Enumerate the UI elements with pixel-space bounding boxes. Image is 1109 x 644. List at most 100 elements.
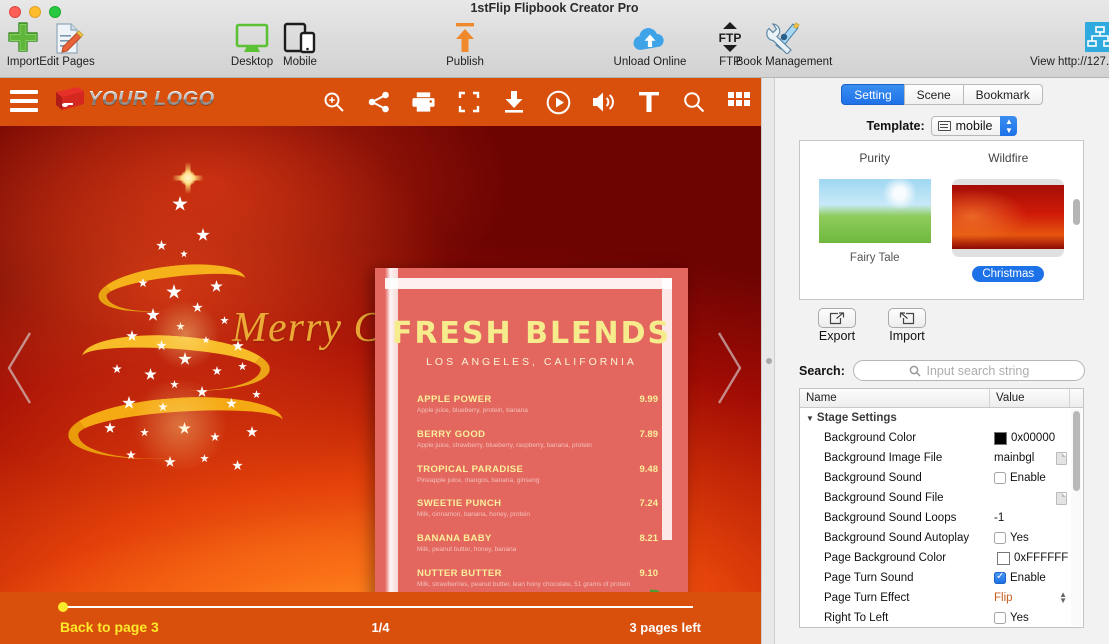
template-card-purity[interactable]: Purity Fairy Tale	[808, 151, 942, 282]
book-icon	[56, 87, 84, 110]
menu-subtitle: LOS ANGELES, CALIFORNIA	[426, 356, 637, 368]
toolbar-button-mobile[interactable]: Mobile	[255, 18, 345, 68]
toolbar-button-unload-online[interactable]: Unload Online	[605, 18, 695, 68]
menu-icon[interactable]	[10, 90, 38, 112]
scrollbar-thumb[interactable]	[1073, 199, 1080, 225]
table-row[interactable]: Background Sound Enable	[800, 468, 1083, 488]
scrollbar-thumb[interactable]	[1073, 411, 1080, 491]
export-button[interactable]: Export	[811, 308, 863, 343]
setting-value[interactable]: 0xFFFFFF	[990, 551, 1083, 565]
color-hex: 0xFFFFFF	[1014, 552, 1069, 564]
color-swatch[interactable]	[997, 551, 1010, 565]
setting-name: Background Sound Autoplay	[824, 532, 970, 544]
search-placeholder: Input search string	[926, 363, 1030, 378]
table-row[interactable]: Background Image File mainbgl	[800, 448, 1083, 468]
tab-setting[interactable]: Setting	[841, 84, 905, 105]
search-icon[interactable]	[681, 90, 706, 115]
brand-logo[interactable]: YOUR LOGO	[52, 86, 215, 112]
menu-item: BERRY GOOD 7.89 Apple juice, strawberry,…	[417, 429, 658, 451]
setting-value[interactable]: Yes	[990, 612, 1083, 624]
table-row[interactable]: Page Background Color 0xFFFFFF	[800, 548, 1083, 568]
toolbar-label: View http://127.0.0.1:59373	[1030, 56, 1109, 68]
template-gallery[interactable]: Purity Fairy Tale Wildfire Christmas	[799, 140, 1084, 300]
chevron-updown-icon[interactable]: ▲ ▼	[1000, 116, 1018, 136]
setting-value[interactable]: Flip ▲ ▼	[990, 592, 1083, 604]
table-row[interactable]: Right To Left Yes	[800, 608, 1083, 627]
checkbox[interactable]	[994, 472, 1006, 484]
previous-page-arrow[interactable]	[4, 329, 34, 407]
flipbook-tools	[321, 78, 751, 126]
setting-name: Background Image File	[824, 452, 943, 464]
table-row[interactable]: Background Color 0x00000	[800, 428, 1083, 448]
template-scrollbar[interactable]	[1072, 143, 1081, 297]
play-icon[interactable]	[546, 90, 571, 115]
chevron-updown-icon[interactable]: ▲ ▼	[1059, 592, 1067, 604]
menu-item-name: BERRY GOOD	[417, 428, 486, 440]
tab-bookmark[interactable]: Bookmark	[962, 84, 1043, 105]
fullscreen-icon[interactable]	[456, 90, 481, 115]
flipbook-toolbar: YOUR LOGO	[0, 78, 761, 126]
download-icon[interactable]	[501, 90, 526, 115]
menu-item-price: 7.89	[639, 428, 659, 440]
table-row[interactable]: Page Turn Sound Enable	[800, 568, 1083, 588]
sound-icon[interactable]	[591, 90, 616, 115]
tab-scene[interactable]: Scene	[903, 84, 964, 105]
menu-item: APPLE POWER 9.99 Apple juice, blueberry,…	[417, 394, 658, 416]
table-row[interactable]: Background Sound Loops -1	[800, 508, 1083, 528]
file-browse-icon[interactable]	[1056, 491, 1067, 505]
panel-splitter[interactable]	[761, 78, 775, 644]
search-label: Search:	[799, 363, 845, 378]
toolbar-button-publish[interactable]: Publish	[420, 18, 510, 68]
template-dropdown[interactable]: mobile ▲ ▼	[930, 116, 1018, 136]
table-scrollbar[interactable]	[1071, 409, 1082, 626]
setting-value[interactable]: Yes	[990, 532, 1083, 544]
template-label: Template:	[866, 119, 925, 133]
toolbar-button-view-url[interactable]: View http://127.0.0.1:59373	[1000, 18, 1109, 68]
toolbar-label: Book Management	[735, 56, 833, 68]
search-input[interactable]: Input search string	[852, 360, 1085, 381]
setting-value[interactable]: 0x00000	[990, 431, 1083, 445]
print-icon[interactable]	[411, 90, 436, 115]
export-label: Export	[818, 329, 856, 343]
setting-name: Page Turn Effect	[824, 592, 910, 604]
setting-name: Page Turn Sound	[824, 572, 914, 584]
checkbox[interactable]	[994, 532, 1006, 544]
column-header-name: Name	[800, 389, 990, 407]
zoom-in-icon[interactable]	[321, 90, 346, 115]
checkbox[interactable]	[994, 572, 1006, 584]
template-thumbnail	[952, 185, 1065, 249]
thumbnails-icon[interactable]	[726, 90, 751, 115]
table-row[interactable]: Background Sound File	[800, 488, 1083, 508]
share-icon[interactable]	[366, 90, 391, 115]
menu-item: TROPICAL PARADISE 9.48 Pineapple juice, …	[417, 464, 658, 486]
setting-value[interactable]: -1	[990, 512, 1083, 524]
progress-knob[interactable]	[58, 602, 68, 612]
page-progress-slider[interactable]	[58, 602, 693, 612]
menu-item-price: 9.10	[639, 567, 659, 579]
toolbar-button-book-management[interactable]: Book Management	[736, 18, 832, 68]
table-group-header[interactable]: ▼ Stage Settings	[800, 408, 1083, 428]
toolbar-button-edit-pages[interactable]: Edit Pages	[22, 18, 112, 68]
splitter-handle[interactable]	[766, 358, 772, 364]
color-hex: 0x00000	[1011, 432, 1056, 444]
table-row[interactable]: Background Sound Autoplay Yes	[800, 528, 1083, 548]
menu-item-name: NUTTER BUTTER	[417, 567, 502, 579]
menu-item: BANANA BABY 8.21 Milk, peanut butter, ho…	[417, 533, 658, 555]
table-row[interactable]: Page Turn Effect Flip ▲ ▼	[800, 588, 1083, 608]
setting-value[interactable]: Enable	[990, 472, 1083, 484]
setting-name: Background Color	[824, 432, 917, 444]
upload-arrow-icon	[450, 18, 480, 54]
color-swatch[interactable]	[994, 431, 1007, 445]
flipbook-page-right[interactable]: FRESH BLENDS LOS ANGELES, CALIFORNIA APP…	[375, 268, 688, 592]
setting-value[interactable]: Enable	[990, 572, 1083, 584]
file-browse-icon[interactable]	[1056, 451, 1067, 465]
import-button[interactable]: Import	[881, 308, 933, 343]
template-card-wildfire[interactable]: Wildfire Christmas	[942, 151, 1076, 282]
setting-value[interactable]: mainbgl	[990, 451, 1083, 465]
menu-title: FRESH BLENDS	[391, 316, 672, 351]
setting-value[interactable]	[990, 491, 1083, 505]
next-page-arrow[interactable]	[715, 329, 745, 407]
checkbox[interactable]	[994, 612, 1006, 624]
logo-text: YOUR LOGO	[88, 87, 215, 110]
text-icon[interactable]	[636, 90, 661, 115]
